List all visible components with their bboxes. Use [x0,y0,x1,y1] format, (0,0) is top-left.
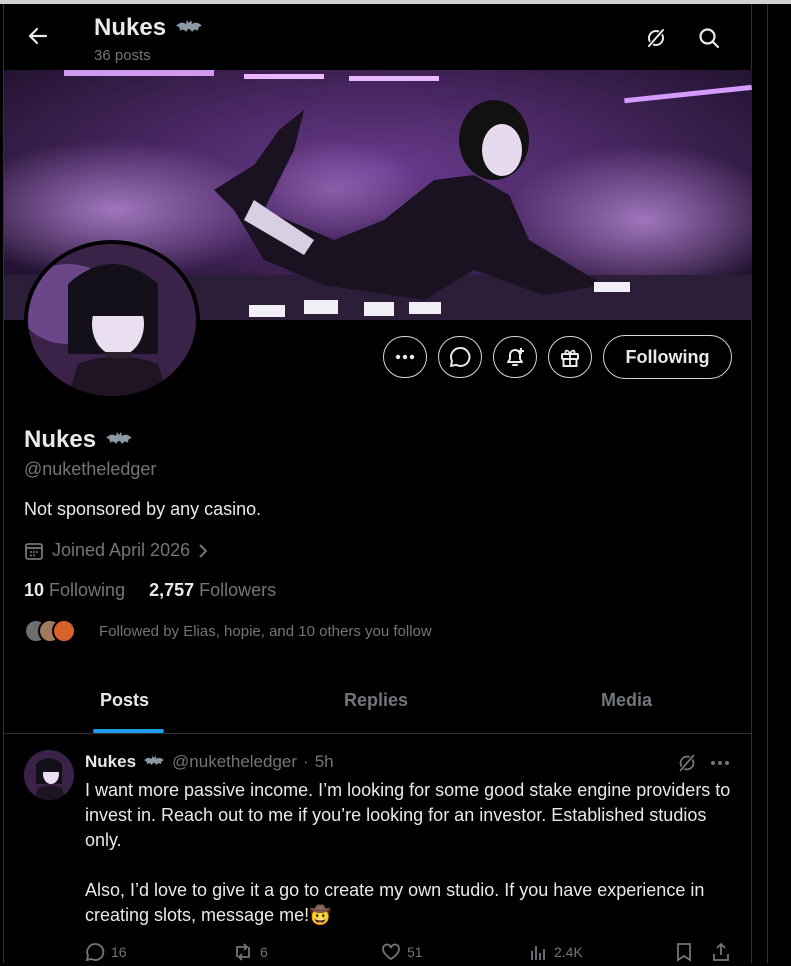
followed-by[interactable]: Followed by Elias, hopie, and 10 others … [24,619,432,643]
tab-media[interactable]: Media [601,690,652,711]
right-sidebar [753,4,791,963]
more-button[interactable] [383,336,427,378]
message-button[interactable] [438,336,482,378]
bell-plus-icon [507,348,524,366]
chevron-right-icon [199,543,208,558]
active-tab-indicator [93,729,164,733]
followers-count: 2,757 [149,580,195,600]
bat-emoji-icon [143,755,165,766]
follower-avatar [52,619,76,643]
header-name: Nukes [94,14,167,41]
header-title: Nukes [94,14,204,42]
avatar-image [28,244,196,396]
share-icon[interactable] [711,942,731,962]
post-author-name[interactable]: Nukes [85,752,136,772]
post-paragraph: I want more passive income. I’m looking … [85,780,731,850]
grok-icon[interactable] [676,752,698,774]
like-count: 51 [407,944,423,960]
post-paragraph: Also, I’d love to give it a go to create… [85,880,705,925]
post-header: Nukes @nuketheledger · 5h [85,752,334,772]
reply-count: 16 [111,944,127,960]
notifications-button[interactable] [493,336,537,378]
repost-count: 6 [260,944,268,960]
back-arrow-icon[interactable] [26,24,50,48]
tab-replies[interactable]: Replies [344,690,408,711]
post-text: I want more passive income. I’m looking … [85,778,735,928]
reply-action[interactable]: 16 [85,942,127,962]
profile-header: Nukes 36 posts [4,4,751,70]
post-actions: 16 6 51 2.4K [85,942,735,966]
repost-icon [236,943,250,961]
profile-name: Nukes [24,426,97,453]
post-more-icon[interactable] [710,760,730,766]
gift-button[interactable] [548,336,592,378]
following-button[interactable]: Following [603,335,732,379]
post-separator: · [303,752,309,771]
joined-text: Joined April 2026 [52,540,191,560]
views-chart-icon [531,946,545,960]
profile-tabs: Posts Replies Media [4,670,751,734]
bookmark-icon[interactable] [675,942,693,962]
followed-by-text: Followed by Elias, hopie, and 10 others … [99,623,432,640]
follow-counts: 10 Following 2,757 Followers [24,580,276,601]
reply-icon [85,943,105,962]
gift-icon [561,349,579,367]
following-label: Following [49,580,126,600]
profile-name-row: Nukes [24,426,134,454]
bat-emoji-icon [106,432,133,444]
search-icon[interactable] [697,26,721,50]
profile-handle: @nuketheledger [24,459,157,479]
followers-count-link[interactable]: 2,757 Followers [149,580,276,601]
post-time[interactable]: 5h [315,752,334,772]
tab-posts[interactable]: Posts [100,690,149,711]
profile-avatar[interactable] [24,240,200,400]
following-count-link[interactable]: 10 Following [24,580,125,601]
message-bubble-icon [450,346,471,367]
following-count: 10 [24,580,45,600]
post[interactable]: Nukes @nuketheledger · 5h I want more pa… [4,734,751,963]
views-count: 2.4K [554,944,583,960]
views-action[interactable]: 2.4K [528,942,583,962]
bat-emoji-icon [176,20,203,32]
repost-action[interactable]: 6 [232,942,268,962]
grok-icon[interactable] [644,26,668,50]
post-author-avatar[interactable] [24,750,74,800]
joined-date[interactable]: Joined April 2026 [24,540,208,561]
followers-label: Followers [199,580,277,600]
post-count: 36 posts [94,47,151,64]
profile-bio: Not sponsored by any casino. [24,499,262,519]
post-author-handle[interactable]: @nuketheledger [172,752,297,772]
like-action[interactable]: 51 [381,942,423,962]
heart-icon [382,943,400,961]
more-dots-icon [395,354,415,360]
calendar-icon [25,542,43,560]
